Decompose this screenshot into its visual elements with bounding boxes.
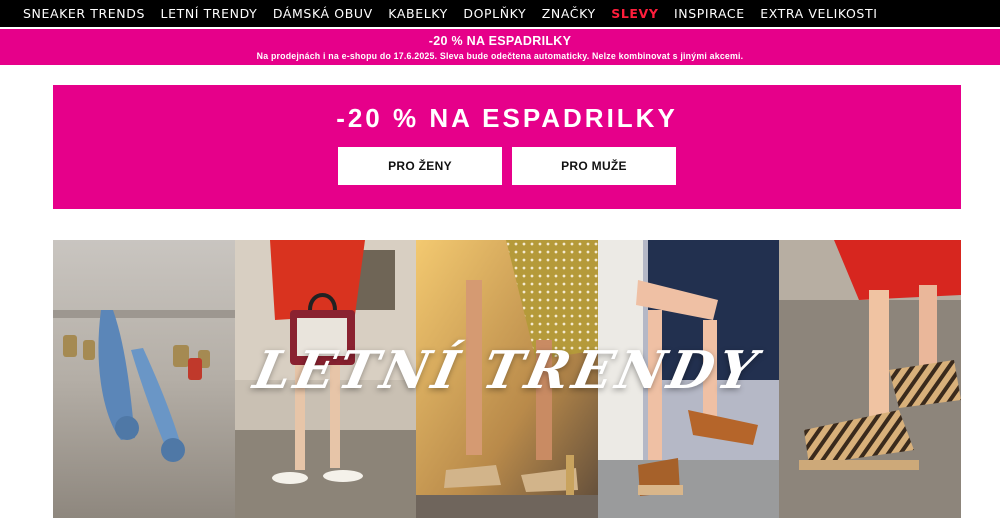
nav-item-extra-velikosti[interactable]: EXTRA VELIKOSTI xyxy=(760,6,877,21)
nav-item-znacky[interactable]: ZNAČKY xyxy=(542,6,596,21)
banner-image-blue-pumps xyxy=(53,240,235,518)
nav-item-letni-trendy[interactable]: LETNÍ TRENDY xyxy=(161,6,258,21)
promo-strip[interactable]: -20 % NA ESPADRILKY Na prodejnách i na e… xyxy=(0,29,1000,65)
nav-item-kabelky[interactable]: KABELKY xyxy=(388,6,448,21)
summer-trends-banner[interactable] xyxy=(53,240,961,518)
for-women-button[interactable]: PRO ŽENY xyxy=(338,147,502,185)
nav-item-inspirace[interactable]: INSPIRACE xyxy=(674,6,745,21)
top-navigation: SNEAKER TRENDS LETNÍ TRENDY DÁMSKÁ OBUV … xyxy=(0,0,1000,27)
banner-image-animal-print-slides xyxy=(779,240,961,518)
banner-image-polka-dot-heels xyxy=(416,240,598,518)
for-men-button[interactable]: PRO MUŽE xyxy=(512,147,676,185)
nav-item-damska-obuv[interactable]: DÁMSKÁ OBUV xyxy=(273,6,373,21)
banner-image-wedge-sandals xyxy=(598,240,779,518)
nav-item-doplnky[interactable]: DOPLŇKY xyxy=(463,6,526,21)
banner-image-red-skirt-handbag xyxy=(235,240,416,518)
promo-strip-title: -20 % NA ESPADRILKY xyxy=(428,34,572,48)
nav-item-slevy[interactable]: SLEVY xyxy=(611,6,658,21)
hero-banner: -20 % NA ESPADRILKY PRO ŽENY PRO MUŽE xyxy=(53,85,961,209)
nav-item-sneaker-trends[interactable]: SNEAKER TRENDS xyxy=(23,6,145,21)
hero-title: -20 % NA ESPADRILKY xyxy=(336,103,678,133)
promo-strip-note: Na prodejnách i na e-shopu do 17.6.2025.… xyxy=(256,51,744,61)
